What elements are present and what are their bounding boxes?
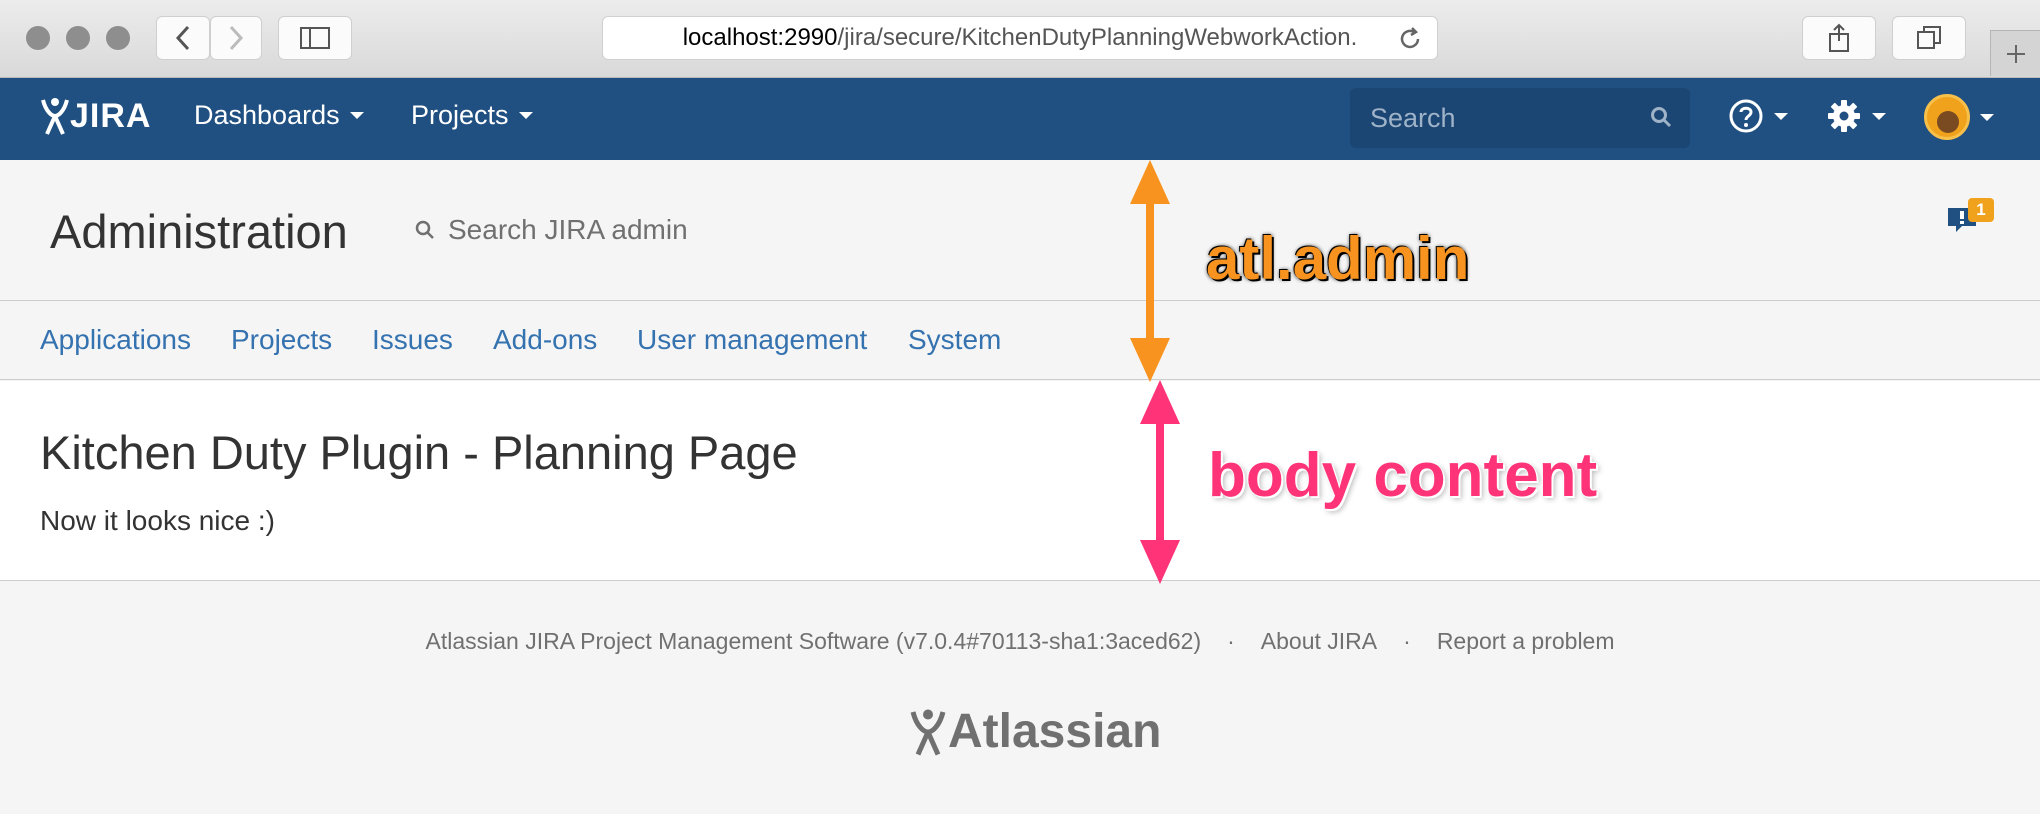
admin-range-arrow (1130, 160, 1170, 382)
caret-down-icon (1872, 112, 1886, 120)
plus-icon (2006, 44, 2025, 63)
caret-down-icon (1980, 113, 1994, 121)
dashboards-menu-label: Dashboards (194, 100, 340, 130)
projects-menu-label: Projects (411, 100, 509, 130)
footer-separator: · (1403, 628, 1411, 654)
search-icon (1651, 107, 1672, 128)
tabs-icon (1917, 26, 1941, 49)
footer-software-link[interactable]: Atlassian JIRA Project Management Softwa… (425, 628, 1201, 655)
page-text: Now it looks nice :) (40, 505, 275, 536)
help-icon (1729, 99, 1763, 133)
tab-add-ons[interactable]: Add-ons (493, 324, 597, 356)
zoom-window-button[interactable] (106, 26, 130, 50)
quick-search-input[interactable]: Search (1350, 88, 1690, 148)
annotation-body-label: body content (1208, 441, 1598, 510)
atlassian-logo-icon (910, 709, 946, 756)
jira-header: JIRA Dashboards Projects Search (0, 78, 2040, 160)
tab-projects[interactable]: Projects (231, 324, 332, 356)
annotation-admin-label: atl.admin (1206, 225, 1470, 292)
notification-count-badge: 1 (1968, 198, 1994, 222)
footer-links: Atlassian JIRA Project Management Softwa… (0, 628, 2040, 655)
body-range-arrow (1140, 380, 1180, 584)
tabs-button[interactable] (1892, 16, 1966, 60)
atlassian-logo-text: Atlassian (948, 705, 1162, 758)
footer-separator: · (1227, 628, 1235, 654)
gear-icon (1828, 100, 1860, 132)
admin-header: Administration Search JIRA admin 1 (0, 160, 2040, 301)
projects-menu[interactable]: Projects (411, 100, 533, 131)
jira-logo[interactable]: JIRA (40, 96, 151, 136)
chevron-left-icon (175, 25, 190, 51)
tab-applications[interactable]: Applications (40, 324, 191, 356)
atlassian-logo-icon (41, 98, 69, 135)
chevron-right-icon (229, 25, 244, 51)
help-menu[interactable] (1728, 98, 1788, 134)
forward-button[interactable] (210, 16, 262, 60)
tab-user-management[interactable]: User management (637, 324, 867, 356)
close-window-button[interactable] (26, 26, 50, 50)
browser-chrome: localhost:2990/jira/secure/KitchenDutyPl… (0, 0, 2040, 78)
page-heading: Kitchen Duty Plugin - Planning Page (40, 426, 798, 479)
avatar (1924, 94, 1970, 140)
new-tab-button[interactable] (1990, 30, 2040, 76)
caret-down-icon (518, 112, 533, 119)
tab-system[interactable]: System (908, 324, 1001, 356)
atlassian-footer-logo[interactable]: Atlassian (908, 704, 1161, 759)
minimize-window-button[interactable] (66, 26, 90, 50)
caret-down-icon (1774, 112, 1788, 120)
footer-report-link[interactable]: Report a problem (1437, 628, 1615, 655)
url-bar[interactable]: localhost:2990/jira/secure/KitchenDutyPl… (602, 16, 1438, 60)
quick-search-placeholder: Search (1370, 102, 1456, 133)
dashboards-menu[interactable]: Dashboards (194, 100, 364, 131)
sidebar-toggle-button[interactable] (278, 16, 352, 60)
footer-about-link[interactable]: About JIRA (1261, 628, 1377, 655)
share-icon (1829, 23, 1849, 52)
share-button[interactable] (1802, 16, 1876, 60)
user-profile-menu[interactable] (1924, 94, 1994, 140)
url-host: localhost:2990 (682, 24, 838, 51)
search-icon (415, 220, 434, 239)
page-title: Administration (50, 205, 348, 258)
admin-search-label: Search JIRA admin (448, 214, 688, 245)
admin-settings-menu[interactable] (1826, 98, 1886, 134)
footer: Atlassian JIRA Project Management Softwa… (0, 582, 2040, 814)
admin-search-link[interactable]: Search JIRA admin (414, 214, 688, 246)
reload-icon[interactable] (1397, 26, 1423, 52)
sidebar-icon (300, 27, 330, 49)
notifications-button[interactable]: 1 (1946, 198, 1994, 241)
back-button[interactable] (156, 16, 210, 60)
jira-logo-text: JIRA (70, 96, 152, 135)
admin-tabs: Applications Projects Issues Add-ons Use… (0, 302, 2040, 380)
caret-down-icon (349, 112, 364, 119)
url-path: /jira/secure/KitchenDutyPlanningWebworkA… (837, 24, 1358, 51)
body-content: Kitchen Duty Plugin - Planning Page Now … (0, 381, 2040, 581)
tab-issues[interactable]: Issues (372, 324, 453, 356)
